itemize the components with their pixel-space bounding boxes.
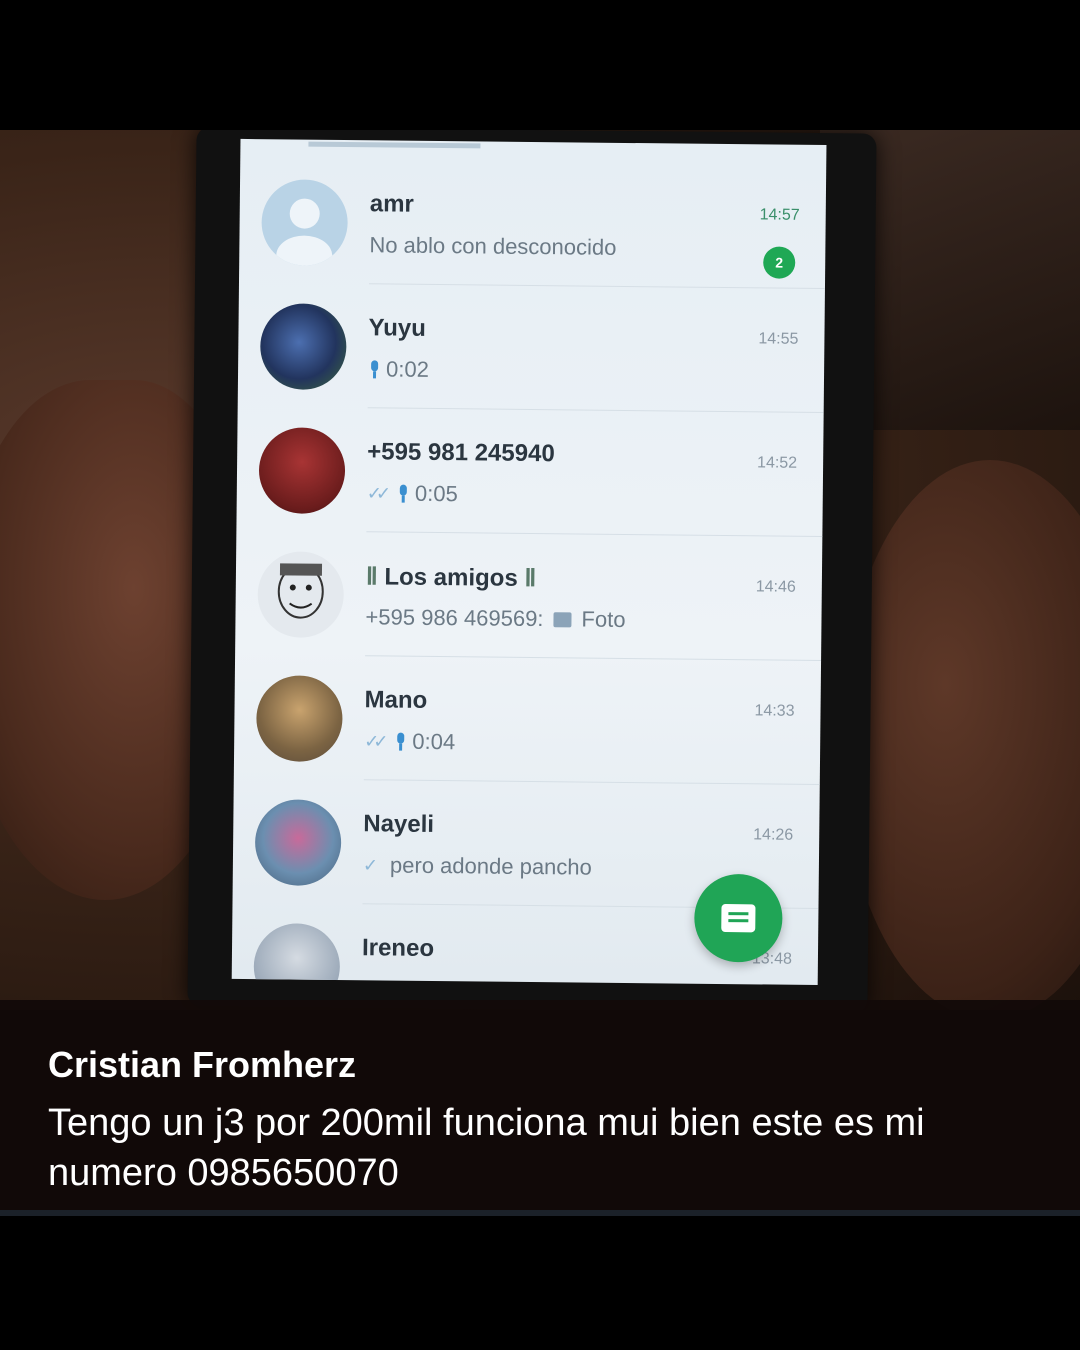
group-emoji-icon: Ⅱ <box>365 563 378 591</box>
chat-item-mano[interactable]: Mano ✓✓ 0:04 14:33 <box>234 655 821 786</box>
preview-text: pero adonde pancho <box>389 852 592 880</box>
avatar <box>253 923 341 986</box>
avatar <box>258 427 346 515</box>
preview-text: 0:02 <box>385 356 430 382</box>
mic-icon <box>394 733 406 751</box>
bottom-bar <box>0 1210 1080 1216</box>
mic-icon <box>362 980 374 985</box>
chat-preview: 0:02 <box>368 356 429 383</box>
post-caption: Cristian Fromherz Tengo un j3 por 200mil… <box>0 1000 1080 1210</box>
avatar <box>257 551 345 639</box>
photo-icon <box>553 611 572 627</box>
chat-name: amr <box>369 190 414 218</box>
chat-list-screen: amr No ablo con desconocido 14:57 2 Yuyu… <box>231 138 827 986</box>
chat-time: 14:52 <box>756 454 798 472</box>
chat-preview: No ablo con desconocido <box>369 232 616 261</box>
chat-preview: +595 986 469569: Foto <box>365 604 625 633</box>
chat-name: Mano <box>364 686 428 714</box>
chat-time: 14:26 <box>753 826 794 844</box>
chat-item-phone-number[interactable]: +595 981 245940 ✓✓ 0:05 14:52 <box>236 407 823 538</box>
group-name-text: Los amigos <box>384 563 518 592</box>
chat-time: 14:33 <box>754 702 795 720</box>
preview-text: Foto <box>581 606 626 632</box>
post-author[interactable]: Cristian Fromherz <box>48 1044 356 1086</box>
preview-text: 0:02 <box>379 976 422 985</box>
chat-name: +595 981 245940 <box>367 438 555 468</box>
avatar <box>255 675 343 763</box>
double-check-icon: ✓✓ <box>364 730 383 751</box>
chat-name: Ireneo <box>361 934 435 962</box>
tab-indicator <box>308 141 481 149</box>
chat-item-yuyu[interactable]: Yuyu 0:02 14:55 <box>238 283 825 414</box>
mic-icon <box>397 485 409 503</box>
chat-time: 14:55 <box>758 330 799 348</box>
default-avatar-icon <box>261 179 349 267</box>
chat-time: 14:46 <box>755 578 796 596</box>
chat-time: 14:57 <box>759 206 800 224</box>
right-hand <box>840 460 1080 1010</box>
avatar <box>254 799 342 887</box>
chat-preview: 0:02 <box>361 976 422 985</box>
new-chat-button[interactable] <box>693 873 783 963</box>
preview-sender: +595 986 469569: <box>365 604 544 632</box>
chat-name: Yuyu <box>368 314 427 342</box>
avatar <box>259 303 347 391</box>
chat-name: Ⅱ Los amigos Ⅱ <box>366 562 537 593</box>
group-emoji-icon: Ⅱ <box>524 564 537 593</box>
preview-text: No ablo con desconocido <box>369 232 617 260</box>
unread-badge: 2 <box>763 246 796 279</box>
chat-item-amr[interactable]: amr No ablo con desconocido 14:57 2 <box>239 159 826 290</box>
chat-preview: ✓ pero adonde pancho <box>363 852 592 880</box>
message-icon <box>721 904 756 933</box>
check-icon: ✓ <box>362 854 379 875</box>
preview-text: 0:05 <box>414 480 458 507</box>
double-check-icon: ✓✓ <box>366 482 386 503</box>
chat-preview: ✓✓ 0:05 <box>367 480 458 507</box>
phone: amr No ablo con desconocido 14:57 2 Yuyu… <box>187 130 877 1010</box>
preview-text: 0:04 <box>412 728 456 755</box>
mic-icon <box>368 360 380 378</box>
chat-preview: ✓✓ 0:04 <box>364 728 455 755</box>
photo: amr No ablo con desconocido 14:57 2 Yuyu… <box>0 130 1080 1010</box>
chat-name: Nayeli <box>363 810 435 838</box>
post-text: Tengo un j3 por 200mil funciona mui bien… <box>48 1102 925 1194</box>
chat-item-los-amigos[interactable]: Ⅱ Los amigos Ⅱ +595 986 469569: Foto 14:… <box>235 531 822 662</box>
